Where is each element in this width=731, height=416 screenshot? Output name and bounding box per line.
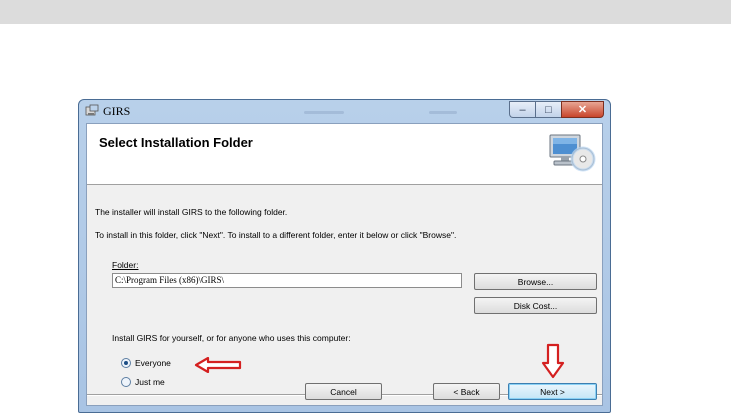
caption-buttons: – □ ✕ <box>509 101 604 118</box>
installer-app-icon <box>85 104 99 116</box>
page-title: Select Installation Folder <box>99 135 253 150</box>
down-arrow-annotation-icon <box>541 343 565 379</box>
just-me-label[interactable]: Just me <box>135 377 165 387</box>
install-for-label: Install GIRS for yourself, or for anyone… <box>112 333 351 343</box>
installer-window: GIRS – □ ✕ Select Installation Folder Th… <box>78 99 611 413</box>
window-title: GIRS <box>103 104 131 118</box>
left-arrow-annotation-icon <box>194 357 242 373</box>
computer-disc-icon <box>549 134 596 172</box>
everyone-label[interactable]: Everyone <box>135 358 171 368</box>
next-button[interactable]: Next > <box>508 383 597 400</box>
everyone-radio[interactable] <box>121 358 131 368</box>
folder-label-text: Folder: <box>112 260 139 270</box>
browse-button[interactable]: Browse... <box>474 273 597 290</box>
disk-cost-button[interactable]: Disk Cost... <box>474 297 597 314</box>
folder-label: Folder: <box>112 260 138 270</box>
title-bar-smudge <box>304 111 344 114</box>
maximize-button[interactable]: □ <box>535 101 561 118</box>
folder-path-input[interactable]: C:\Program Files (x86)\GIRS\ <box>112 273 462 288</box>
cancel-button[interactable]: Cancel <box>305 383 382 400</box>
intro-text: The installer will install GIRS to the f… <box>95 207 288 217</box>
title-bar[interactable]: GIRS – □ ✕ <box>79 100 610 122</box>
title-bar-smudge <box>429 111 457 114</box>
dialog-client-area: Select Installation Folder The installer… <box>86 123 603 406</box>
top-bar <box>0 0 731 24</box>
header-banner: Select Installation Folder <box>87 124 602 185</box>
just-me-radio[interactable] <box>121 377 131 387</box>
back-button[interactable]: < Back <box>433 383 500 400</box>
instruction-text: To install in this folder, click "Next".… <box>95 230 457 240</box>
close-button[interactable]: ✕ <box>561 101 604 118</box>
minimize-button[interactable]: – <box>509 101 535 118</box>
